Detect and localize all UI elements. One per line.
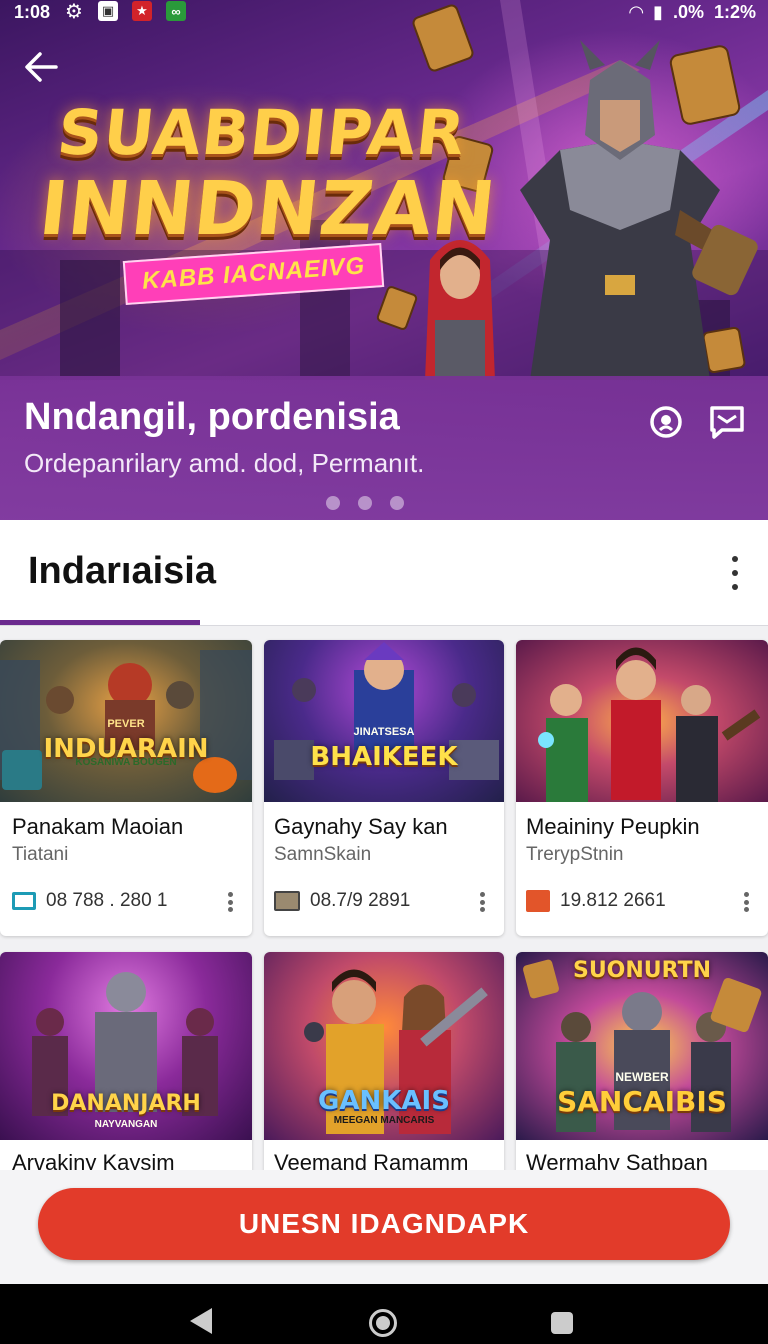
status-clock: 1:2%	[713, 2, 756, 22]
card-more-icon[interactable]	[744, 892, 750, 912]
game-card[interactable]: GANKAIS MEEGAN MANCARIS Veemand Ramamm	[264, 952, 504, 1192]
hero-title: Nndangil, pordenisia	[24, 396, 400, 438]
section-title: Indarıaisia	[28, 550, 216, 592]
game-developer: TrerypStnin	[526, 844, 624, 865]
game-logo-subtitle: KOSANIWA BOUGEN	[75, 757, 177, 768]
game-artwork	[274, 642, 499, 780]
carousel-dot[interactable]	[326, 496, 340, 510]
wifi-icon: ◠	[629, 2, 644, 22]
app-icon: ★	[132, 1, 152, 21]
game-card[interactable]: INDUARAIN KOSANIWA BOUGEN PEVER Panakam …	[0, 640, 252, 936]
game-logo: SUABDIPAR INNDNZAN	[35, 96, 500, 252]
hero-subtitle: Ordepanrilary amd. dod, Permanıt.	[24, 448, 425, 478]
carousel-indicator[interactable]	[326, 496, 404, 510]
game-thumbnail: GANKAIS MEEGAN MANCARIS	[264, 952, 504, 1140]
game-card[interactable]: BHAIKEEK JINATSESA Gaynahy Say kan SamnS…	[264, 640, 504, 936]
game-title[interactable]: Gaynahy Say kan	[274, 814, 448, 840]
game-developer: Tiatani	[12, 844, 69, 865]
nav-home-icon[interactable]	[369, 1309, 397, 1337]
game-logo-text: DANANJARH	[51, 1091, 201, 1116]
game-developer: SamnSkain	[274, 844, 372, 865]
nav-recents-icon[interactable]	[551, 1312, 573, 1334]
game-meta: 08 788 . 280 1	[12, 890, 168, 912]
game-logo-subtitle: NAYVANGAN	[94, 1119, 158, 1130]
game-logo-text: GANKAIS	[318, 1086, 450, 1116]
back-arrow-icon[interactable]	[22, 48, 62, 88]
card-more-icon[interactable]	[228, 892, 234, 912]
battery-level: .0%	[672, 2, 704, 22]
chat-icon[interactable]	[706, 402, 746, 442]
settings-icon: ⚙	[65, 0, 83, 23]
game-logo-text: SANCAIBIS	[557, 1085, 727, 1118]
section-tab-indicator	[0, 620, 200, 625]
game-card[interactable]: SUONURTN NEWBER SANCAIBIS Wermahy Sathpa…	[516, 952, 768, 1192]
game-logo-text: BHAIKEEK	[310, 742, 458, 772]
carousel-dot[interactable]	[358, 496, 372, 510]
storage-icon	[274, 891, 300, 911]
game-logo-subtitle: MEEGAN MANCARIS	[333, 1115, 435, 1126]
game-logo-subtitle: NEWBER	[615, 1070, 669, 1084]
game-thumbnail	[516, 640, 768, 802]
message-icon: ∞	[166, 1, 186, 21]
game-card[interactable]: Meaininy Peupkin TrerypStnin 19.812 2661	[516, 640, 768, 936]
hero-banner[interactable]: 1:08 ⚙ ▣ ★ ∞ ◠ ▮ .0% 1:2% SUABDIPAR INND…	[0, 0, 768, 520]
install-button[interactable]: UNESN IDAGNDAPK	[38, 1188, 730, 1260]
game-logo-top: SUONURTN	[572, 958, 712, 983]
signal-icon: ▮	[653, 2, 663, 22]
game-thumbnail: BHAIKEEK JINATSESA	[264, 640, 504, 802]
game-artwork	[538, 647, 761, 802]
storage-icon	[526, 890, 550, 912]
location-icon[interactable]	[646, 402, 686, 442]
carousel-dot[interactable]	[390, 496, 404, 510]
game-title[interactable]: Panakam Maoian	[12, 814, 183, 840]
game-thumbnail: SUONURTN NEWBER SANCAIBIS	[516, 952, 768, 1140]
game-meta: 19.812 2661	[526, 890, 666, 912]
game-meta: 08.7/9 2891	[274, 890, 410, 912]
game-logo-top: PEVER	[107, 718, 145, 730]
status-time: 1:08	[14, 2, 51, 22]
more-options-icon[interactable]	[728, 556, 742, 590]
game-stats: 19.812 2661	[560, 890, 666, 911]
storage-icon	[12, 892, 36, 910]
logo-line2: INNDNZAN	[35, 166, 501, 252]
game-logo-top: JINATSESA	[353, 726, 415, 738]
game-title[interactable]: Meaininy Peupkin	[526, 814, 700, 840]
card-more-icon[interactable]	[480, 892, 486, 912]
notification-icon: ▣	[98, 1, 118, 21]
game-thumbnail: INDUARAIN KOSANIWA BOUGEN PEVER	[0, 640, 252, 802]
game-stats: 08.7/9 2891	[310, 890, 411, 911]
nav-back-icon[interactable]	[190, 1308, 212, 1334]
game-thumbnail: DANANJARH NAYVANGAN	[0, 952, 252, 1140]
game-card[interactable]: DANANJARH NAYVANGAN Arvakiny Kaysim	[0, 952, 252, 1192]
game-stats: 08 788 . 280 1	[46, 890, 168, 911]
logo-line1: SUABDIPAR	[54, 96, 470, 169]
status-bar: 1:08 ⚙ ▣ ★ ∞ ◠ ▮ .0% 1:2%	[0, 0, 768, 26]
